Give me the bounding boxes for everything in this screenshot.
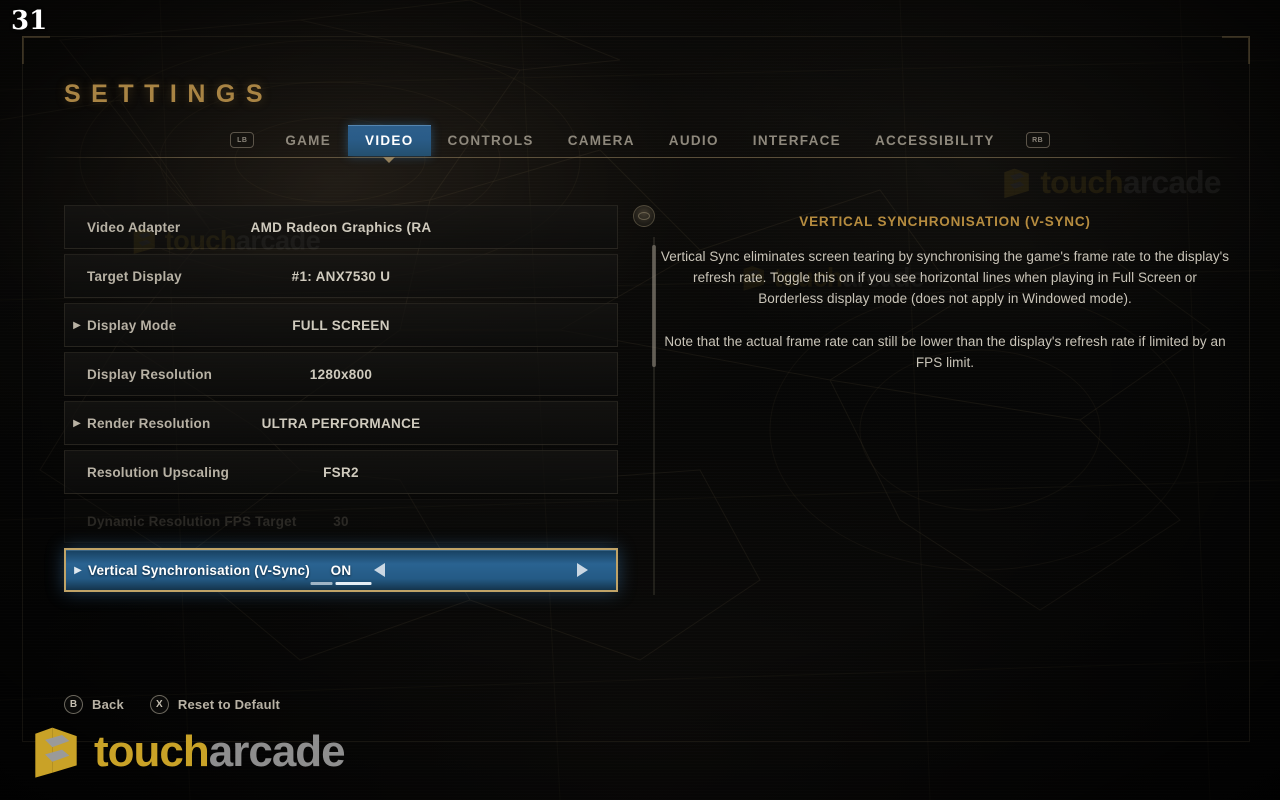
- left-bumper-icon[interactable]: LB: [230, 132, 255, 148]
- settings-row-label: Resolution Upscaling: [87, 464, 230, 480]
- description-title: VERTICAL SYNCHRONISATION (V-SYNC): [799, 214, 1091, 229]
- button-hint[interactable]: B Back: [64, 695, 124, 714]
- settings-row-label: Dynamic Resolution FPS Target: [87, 513, 297, 529]
- tab-camera[interactable]: CAMERA: [551, 125, 652, 156]
- tab-audio[interactable]: AUDIO: [652, 125, 736, 156]
- description-paragraph: Note that the actual frame rate can stil…: [664, 334, 1226, 370]
- settings-row-label: Display Mode: [87, 317, 177, 333]
- right-bumper-icon[interactable]: RB: [1025, 132, 1050, 148]
- settings-row: ▶Dynamic Resolution FPS Target30: [64, 499, 618, 543]
- value-decrement-arrow-icon[interactable]: [374, 563, 385, 577]
- settings-row[interactable]: ▶Resolution UpscalingFSR2: [64, 450, 618, 494]
- settings-row-label: Display Resolution: [87, 366, 213, 382]
- settings-tabbar: LB GAME VIDEO CONTROLS CAMERA AUDIO INTERFACE…: [0, 122, 1280, 158]
- analog-stick-icon: [633, 205, 655, 227]
- fps-counter: 31: [11, 6, 48, 36]
- expand-caret-icon: ▶: [73, 417, 81, 429]
- page-title: SETTINGS: [64, 80, 274, 108]
- scrollbar-thumb[interactable]: [652, 245, 656, 367]
- settings-row-label: Render Resolution: [87, 415, 211, 431]
- expand-caret-icon: ▶: [74, 564, 82, 576]
- gamepad-button-b-icon: B: [64, 695, 83, 714]
- option-position-indicator: [310, 582, 372, 585]
- tab-accessibility[interactable]: ACCESSIBILITY: [858, 125, 1012, 156]
- settings-row[interactable]: ▶Video AdapterAMD Radeon Graphics (RA: [64, 205, 618, 249]
- value-increment-arrow-icon[interactable]: [577, 563, 588, 577]
- settings-row[interactable]: ▶ Display Mode FULL SCREEN: [64, 303, 618, 347]
- tab-controls[interactable]: CONTROLS: [431, 125, 551, 156]
- description-paragraph: Vertical Sync eliminates screen tearing …: [660, 249, 1230, 306]
- tab-interface[interactable]: INTERFACE: [736, 125, 858, 156]
- button-hint-label: Back: [92, 697, 124, 712]
- tab-game[interactable]: GAME: [268, 125, 348, 156]
- settings-row-label: Video Adapter: [87, 219, 181, 235]
- button-hint-bar: B Back X Reset to Default: [64, 695, 280, 714]
- settings-row-label: Vertical Synchronisation (V-Sync): [88, 562, 310, 578]
- tab-video[interactable]: VIDEO: [348, 124, 431, 156]
- settings-row[interactable]: ▶ Render Resolution ULTRA PERFORMANCE: [64, 401, 618, 445]
- button-hint[interactable]: X Reset to Default: [149, 695, 281, 714]
- tabbar-underline: [40, 157, 1240, 158]
- button-hint-label: Reset to Default: [177, 697, 281, 712]
- settings-list: ▶Video AdapterAMD Radeon Graphics (RA▶Ta…: [64, 205, 618, 597]
- gamepad-button-x-icon: X: [149, 695, 169, 714]
- settings-row-label: Target Display: [87, 268, 182, 284]
- settings-row[interactable]: ▶Display Resolution1280x800: [64, 352, 618, 396]
- description-panel: VERTICAL SYNCHRONISATION (V-SYNC) Vertic…: [660, 214, 1230, 373]
- settings-row[interactable]: ▶Target Display#1: ANX7530 U: [64, 254, 618, 298]
- expand-caret-icon: ▶: [73, 319, 81, 331]
- settings-row[interactable]: ▶ Vertical Synchronisation (V-Sync) ON: [64, 548, 618, 592]
